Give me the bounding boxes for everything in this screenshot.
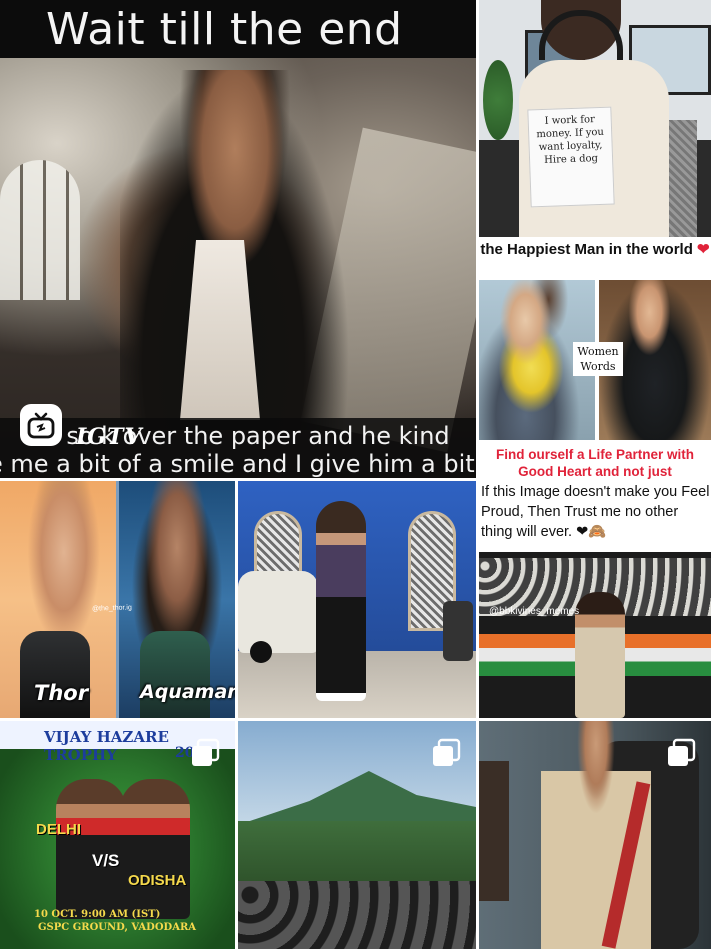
white-car: [238, 571, 318, 653]
igtv-label: IGTV: [76, 424, 143, 450]
saree-post-tile[interactable]: [479, 721, 711, 949]
video-title-overlay: Wait till the end: [46, 4, 403, 55]
watermark-handle: @the_thor.ig: [91, 604, 132, 613]
watermark-handle: @bbkivines_memes: [489, 606, 580, 617]
car-wheel: [250, 641, 272, 663]
motorbike: [443, 601, 473, 661]
team-delhi: DELHI: [36, 821, 81, 838]
group-of-people: [238, 881, 476, 949]
office-post-tile[interactable]: I work for money. If you want loyalty, H…: [479, 0, 711, 237]
mountain-post-tile[interactable]: [238, 721, 476, 949]
headline-text: the Happiest Man in the world: [480, 241, 693, 258]
shelf: [479, 761, 509, 901]
aquaman-figure: [140, 631, 210, 718]
versus-label: V/S: [92, 851, 120, 870]
handwritten-note: I work for money. If you want loyalty, H…: [527, 106, 615, 208]
match-venue: GSPC GROUND, VADODARA: [38, 922, 197, 933]
subtitle-line-1: o so k over the paper and he kind: [44, 422, 450, 450]
pink-caption: Find ourself a Life Partner with Good He…: [495, 447, 695, 479]
man-in-kurta: [575, 592, 625, 718]
body-caption: If this Image doesn't make you Feel Prou…: [479, 482, 711, 542]
thor-label: Thor: [34, 681, 89, 705]
heart-monkey-emoji: ❤🙈: [576, 524, 607, 540]
post-headline: the Happiest Man in the world ❤: [479, 240, 711, 259]
arched-window: [0, 160, 80, 300]
subtitle-line-2: e me a bit of a smile and I give him a b…: [0, 450, 476, 478]
igtv-post-tile[interactable]: Wait till the end o so k over the paper …: [0, 0, 476, 478]
women-words-post-tile[interactable]: the Happiest Man in the world ❤ Women Wo…: [479, 240, 711, 718]
aquaman-label: Aquaman: [140, 681, 235, 703]
carousel-icon: [668, 738, 696, 766]
carousel-icon: [192, 738, 220, 766]
woman-walking: [316, 501, 366, 701]
women-words-label: Women Words: [573, 342, 623, 376]
street-post-tile[interactable]: [238, 481, 476, 718]
team-odisha: ODISHA: [128, 872, 187, 889]
thor-aquaman-post-tile[interactable]: Thor Aquaman @the_thor.ig: [0, 481, 235, 718]
player-right: [120, 779, 190, 919]
player-left: [56, 779, 126, 919]
igtv-icon: [20, 404, 62, 446]
match-date: 10 OCT. 9:00 AM (IST): [34, 909, 161, 920]
carousel-icon: [433, 738, 461, 766]
cricket-post-tile[interactable]: VIJAY HAZARE TROPHY 201 DELHI V/S ODISHA…: [0, 721, 235, 949]
heart-icon: ❤: [697, 241, 710, 258]
plant: [483, 60, 513, 140]
